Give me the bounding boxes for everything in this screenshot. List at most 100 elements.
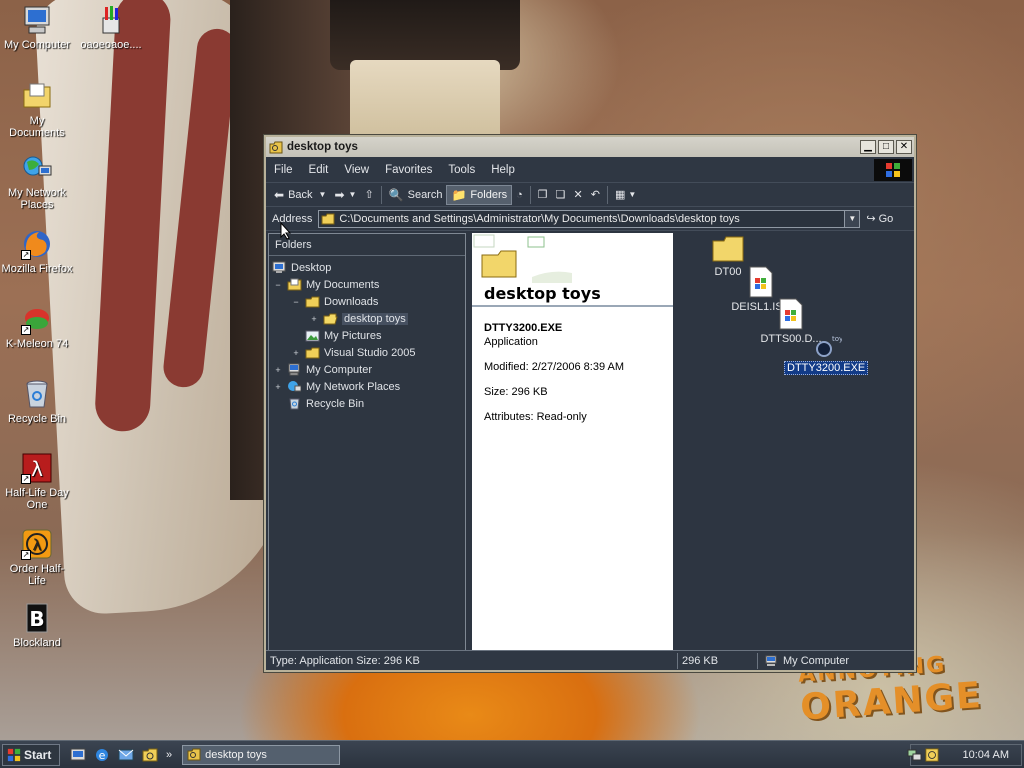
folder-search-icon (187, 748, 201, 761)
move-to-icon: ❐ (537, 189, 548, 201)
windows-logo-icon (874, 159, 912, 181)
svg-text:e: e (99, 749, 106, 762)
back-button[interactable]: ⬅ Back ▼ (270, 185, 330, 205)
desktop-icon-my-network-places[interactable]: My Network Places (0, 152, 74, 211)
desktop-icon-my-documents[interactable]: My Documents (0, 80, 74, 139)
collapse-toggle[interactable]: − (291, 297, 301, 307)
menu-help[interactable]: Help (483, 164, 523, 176)
selected-file-modified: Modified: 2/27/2006 8:39 AM (484, 361, 625, 373)
k-meleon-icon: ↗ (21, 303, 53, 335)
chevron-down-icon: ▼ (318, 190, 327, 199)
copy-to-icon: ❏ (555, 189, 566, 201)
desktop-icon-order-half-life[interactable]: λ ↗ Order Half-Life (0, 528, 74, 587)
go-arrow-icon: ↪ (866, 213, 876, 225)
chevron-down-icon: ▼ (848, 214, 857, 223)
menu-file[interactable]: File (266, 164, 301, 176)
tree-item-my-computer[interactable]: + My Computer (273, 361, 372, 378)
expand-toggle[interactable]: + (273, 365, 283, 375)
folders-button[interactable]: 📁 Folders (446, 184, 513, 205)
folder-search-icon (269, 141, 283, 153)
undo-button[interactable]: ↶ (587, 185, 604, 205)
menu-favorites[interactable]: Favorites (377, 164, 440, 176)
selected-file-name: DTTY3200.EXE (484, 322, 563, 334)
expand-toggle[interactable]: + (273, 382, 283, 392)
folder-banner-icon (473, 234, 572, 283)
undo-icon: ↶ (590, 189, 600, 201)
maximize-icon: □ (882, 141, 890, 152)
half-life-icon: λ ↗ (21, 452, 53, 484)
start-button[interactable]: Start (2, 743, 60, 766)
desktop-icon-recycle-bin[interactable]: Recycle Bin (0, 378, 74, 425)
outlook-express-icon[interactable] (118, 747, 134, 763)
address-dropdown-button[interactable]: ▼ (844, 210, 860, 227)
tree-item-visual-studio-2005[interactable]: + Visual Studio 2005 (291, 344, 416, 361)
clock[interactable]: 10:04 AM (963, 749, 1009, 761)
tray-app-icon[interactable] (925, 748, 939, 762)
internet-explorer-icon[interactable]: e (94, 747, 110, 763)
toolbar-separator (380, 185, 382, 204)
search-button[interactable]: 🔍 Search (385, 185, 447, 205)
tree-item-recycle-bin[interactable]: Recycle Bin (273, 395, 364, 412)
collapse-toggle[interactable]: − (273, 280, 283, 290)
maximize-button[interactable]: □ (878, 140, 894, 154)
desktop-icon-mozilla-firefox[interactable]: ↗ Mozilla Firefox (0, 228, 74, 275)
tree-item-downloads[interactable]: − Downloads (291, 293, 378, 310)
delete-button[interactable]: ✕ (570, 185, 587, 205)
folder-icon (321, 213, 335, 224)
address-input[interactable]: C:\Documents and Settings\Administrator\… (318, 209, 861, 228)
close-button[interactable]: ✕ (896, 140, 912, 154)
shortcut-arrow-icon: ↗ (21, 325, 31, 335)
forward-button[interactable]: ➡ ▼ (330, 185, 360, 205)
tree-item-my-pictures[interactable]: My Pictures (291, 327, 381, 344)
history-button[interactable]: ◔ (512, 185, 527, 205)
folders-pane: Folders Desktop − My Documents − Downloa… (268, 233, 466, 651)
wallpaper-block (350, 60, 500, 140)
expand-toggle[interactable]: + (309, 314, 319, 324)
recycle-bin-icon (286, 397, 302, 411)
tree-item-desktop-toys[interactable]: + desktop toys (309, 310, 408, 327)
tree-item-desktop[interactable]: Desktop (271, 259, 331, 276)
quick-launch-more-icon[interactable]: » (166, 749, 172, 761)
file-label-selected: DTTY3200.EXE (784, 361, 869, 375)
tree-item-my-documents[interactable]: − My Documents (273, 276, 379, 293)
show-desktop-icon[interactable] (70, 747, 86, 763)
title-bar[interactable]: desktop toys ▁ □ ✕ (266, 137, 914, 157)
close-icon: ✕ (899, 141, 909, 152)
chevron-down-icon: ▼ (348, 190, 357, 199)
taskbar-button-desktop-toys[interactable]: desktop toys (182, 744, 341, 765)
folder-icon (304, 295, 320, 309)
desktop-icon-text-file[interactable]: оаоеоаое.... (74, 4, 148, 51)
desktop-icon-my-computer[interactable]: My Computer (0, 4, 74, 51)
status-size: 296 KB (678, 652, 758, 669)
move-to-button[interactable]: ❐ (534, 185, 552, 205)
selected-file-attributes: Attributes: Read-only (484, 411, 587, 423)
views-button[interactable]: ▦ ▼ (611, 185, 640, 205)
network-tray-icon[interactable] (907, 747, 923, 763)
copy-to-button[interactable]: ❏ (552, 185, 570, 205)
minimize-button[interactable]: ▁ (860, 140, 876, 154)
open-folder-icon (322, 312, 338, 326)
menu-tools[interactable]: Tools (440, 164, 483, 176)
toolbar-separator (529, 185, 531, 204)
desktop-icon-k-meleon[interactable]: ↗ K-Meleon 74 (0, 303, 74, 350)
standard-toolbar: ⬅ Back ▼ ➡ ▼ ⇧ 🔍 Search 📁 Folders ◔ ❐ ❏ … (266, 183, 914, 207)
menu-view[interactable]: View (336, 164, 377, 176)
network-icon (286, 380, 302, 394)
tree-item-my-network-places[interactable]: + My Network Places (273, 378, 400, 395)
quick-launch: e » (70, 747, 172, 763)
history-icon: ◔ (516, 188, 523, 201)
desktop-toys-app-icon: toys (816, 335, 847, 357)
desktop-icon-half-life-day-one[interactable]: λ ↗ Half-Life Day One (0, 452, 74, 511)
menu-edit[interactable]: Edit (301, 164, 337, 176)
up-folder-button[interactable]: ⇧ (360, 185, 377, 205)
search-icon: 🔍 (388, 187, 404, 202)
computer-icon (21, 4, 53, 36)
folder-search-icon[interactable] (142, 747, 158, 763)
svg-text:B: B (29, 607, 44, 631)
half-life-orange-icon: λ ↗ (21, 528, 53, 560)
folder-documents-icon (286, 278, 302, 292)
file-item-dtty3200-exe[interactable]: toys DTTY3200.EXE (784, 333, 869, 375)
expand-toggle[interactable]: + (291, 348, 301, 358)
desktop-icon-blockland[interactable]: B Blockland (0, 602, 74, 649)
go-button[interactable]: ↪ Go (866, 212, 893, 226)
